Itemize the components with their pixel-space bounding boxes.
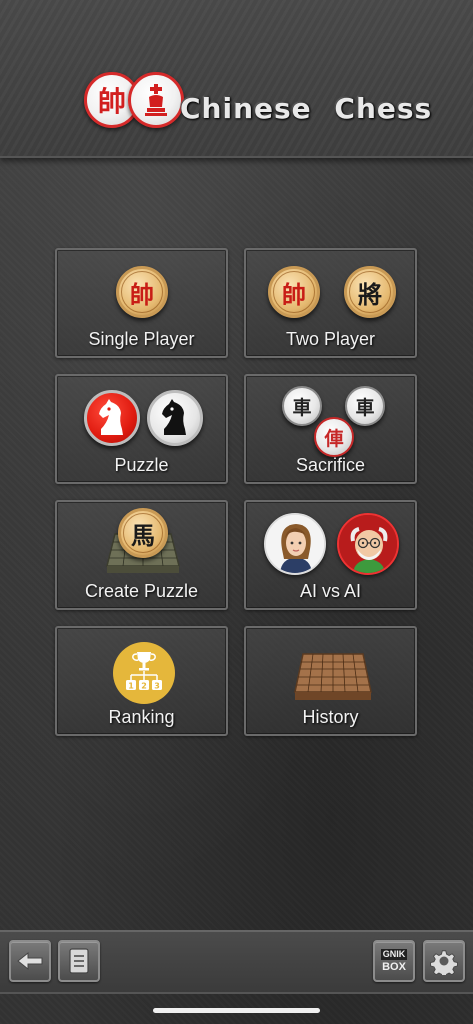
ai-vs-ai-label: AI vs AI	[299, 581, 362, 601]
brand-text-top: GNIK	[380, 949, 408, 960]
red-knight-icon	[84, 390, 140, 446]
puzzle-button[interactable]: Puzzle	[55, 374, 228, 484]
back-button[interactable]	[9, 940, 51, 982]
header: 帥 Chinese Chess	[0, 0, 473, 158]
rank-digit-1: 1	[128, 682, 134, 691]
two-player-label: Two Player	[285, 329, 376, 349]
black-chariot-piece-icon: 車	[345, 386, 385, 426]
piece-glyph: 帥	[121, 271, 163, 313]
old-man-avatar	[337, 513, 399, 575]
red-chariot-piece-icon: 俥	[314, 417, 354, 457]
back-arrow-icon	[17, 951, 43, 971]
rank-digit-3: 3	[154, 682, 160, 691]
brand-text-bottom: BOX	[382, 961, 406, 973]
notes-icon	[69, 948, 89, 974]
create-puzzle-button[interactable]: 馬 Create Puzzle	[55, 500, 228, 610]
black-chariot-piece-icon: 車	[282, 386, 322, 426]
piece-glyph: 帥	[273, 271, 315, 313]
sacrifice-button[interactable]: 車 車 俥 Sacrifice	[244, 374, 417, 484]
ai-vs-ai-button[interactable]: AI vs AI	[244, 500, 417, 610]
ranking-button[interactable]: 1 2 3 Ranking	[55, 626, 228, 736]
black-knight-icon	[147, 390, 203, 446]
app-screen: 帥 Chinese Chess 帥 Single Player 帥 將 Two …	[0, 0, 473, 1024]
trophy-ranking-icon: 1 2 3	[113, 642, 175, 704]
puzzle-label: Puzzle	[114, 455, 169, 475]
app-logo: 帥	[84, 72, 184, 132]
ranking-label: Ranking	[108, 707, 175, 727]
piece-glyph: 將	[349, 271, 391, 313]
create-puzzle-label: Create Puzzle	[84, 581, 199, 601]
gnik-box-button[interactable]: GNIK BOX	[373, 940, 415, 982]
piece-glyph: 馬	[123, 513, 163, 553]
two-player-button[interactable]: 帥 將 Two Player	[244, 248, 417, 358]
board-icon	[293, 648, 373, 704]
app-title: Chinese Chess	[180, 92, 433, 125]
red-general-piece-icon: 帥	[268, 266, 320, 318]
rank-digit-2: 2	[141, 682, 147, 691]
single-player-label: Single Player	[88, 329, 195, 349]
horse-piece-icon: 馬	[118, 508, 168, 558]
home-indicator	[153, 1008, 320, 1013]
notes-button[interactable]	[58, 940, 100, 982]
gear-icon	[430, 950, 458, 975]
single-player-button[interactable]: 帥 Single Player	[55, 248, 228, 358]
king-icon	[128, 72, 184, 128]
bottom-toolbar: GNIK BOX	[0, 930, 473, 994]
sacrifice-label: Sacrifice	[295, 455, 366, 475]
red-general-piece-icon: 帥	[116, 266, 168, 318]
girl-avatar	[264, 513, 326, 575]
settings-button[interactable]	[423, 940, 465, 982]
black-general-piece-icon: 將	[344, 266, 396, 318]
history-label: History	[302, 707, 359, 727]
history-button[interactable]: History	[244, 626, 417, 736]
